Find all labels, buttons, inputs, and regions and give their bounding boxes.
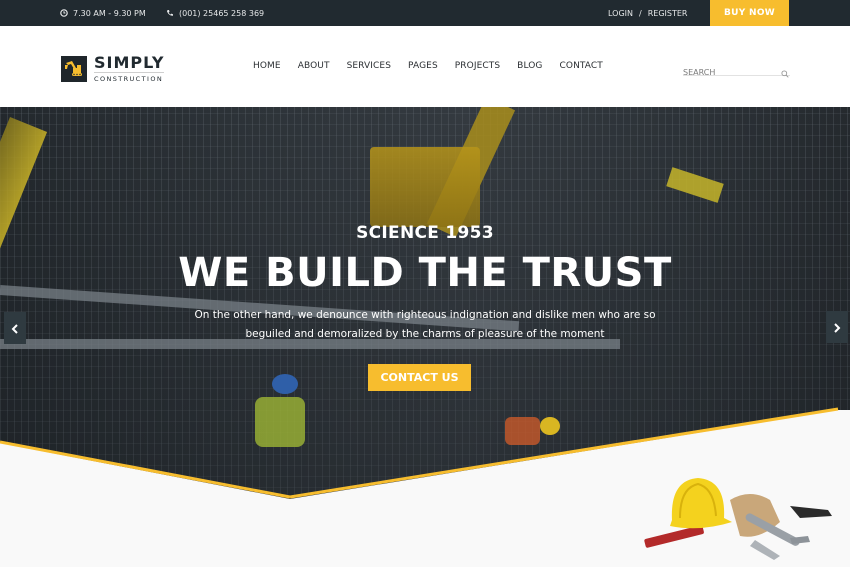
login-link[interactable]: LOGIN [608, 9, 633, 18]
worker-vest [505, 417, 540, 445]
logo-text: SIMPLY CONSTRUCTION [94, 53, 165, 83]
slider-next-button[interactable] [826, 311, 848, 343]
register-link[interactable]: REGISTER [648, 9, 688, 18]
top-bar: 7.30 AM - 9.30 PM (001) 25465 258 369 LO… [0, 0, 850, 26]
hero-description-line: On the other hand, we denounce with righ… [194, 309, 656, 321]
auth-separator: / [639, 8, 642, 18]
construction-tools-image [644, 478, 832, 560]
site-logo[interactable]: SIMPLY CONSTRUCTION [61, 53, 165, 83]
nav-contact[interactable]: CONTACT [560, 61, 603, 71]
search-input[interactable] [683, 65, 775, 80]
chevron-right-icon [833, 318, 841, 337]
worker-helmet [540, 417, 560, 435]
nav-home[interactable]: HOME [253, 61, 281, 71]
worker-vest [255, 397, 305, 447]
excavator-icon [61, 56, 87, 82]
clock-icon [60, 9, 68, 17]
phone-icon [166, 9, 174, 17]
search-box [683, 60, 790, 80]
opening-hours-text: 7.30 AM - 9.30 PM [73, 8, 146, 18]
hero-description-line: beguiled and demoralized by the charms o… [245, 328, 605, 340]
phone-number: (001) 25465 258 369 [166, 0, 264, 26]
hero-description: On the other hand, we denounce with righ… [0, 306, 850, 344]
phone-number-text: (001) 25465 258 369 [179, 8, 265, 18]
crane-lift-image [370, 147, 480, 227]
buy-now-button[interactable]: BUY NOW [710, 0, 789, 26]
opening-hours: 7.30 AM - 9.30 PM [60, 0, 146, 26]
chevron-left-icon [11, 319, 19, 338]
nav-about[interactable]: ABOUT [298, 61, 330, 71]
hero-eyebrow: SCIENCE 1953 [356, 223, 494, 243]
hero-headline: WE BUILD THE TRUST [178, 250, 672, 296]
nav-services[interactable]: SERVICES [347, 61, 391, 71]
contact-us-button[interactable]: CONTACT US [368, 364, 471, 391]
nav-projects[interactable]: PROJECTS [455, 61, 500, 71]
hero-slider: SCIENCE 1953 WE BUILD THE TRUST On the o… [0, 107, 850, 499]
logo-subtitle: CONSTRUCTION [94, 72, 165, 83]
nav-blog[interactable]: BLOG [517, 61, 542, 71]
auth-links: LOGIN / REGISTER [608, 0, 687, 26]
logo-title: SIMPLY [94, 53, 165, 72]
nav-pages[interactable]: PAGES [408, 61, 438, 71]
search-icon[interactable] [781, 63, 789, 78]
worker-helmet [272, 374, 298, 394]
slider-prev-button[interactable] [4, 312, 26, 344]
main-navigation: HOME ABOUT SERVICES PAGES PROJECTS BLOG … [253, 61, 620, 71]
